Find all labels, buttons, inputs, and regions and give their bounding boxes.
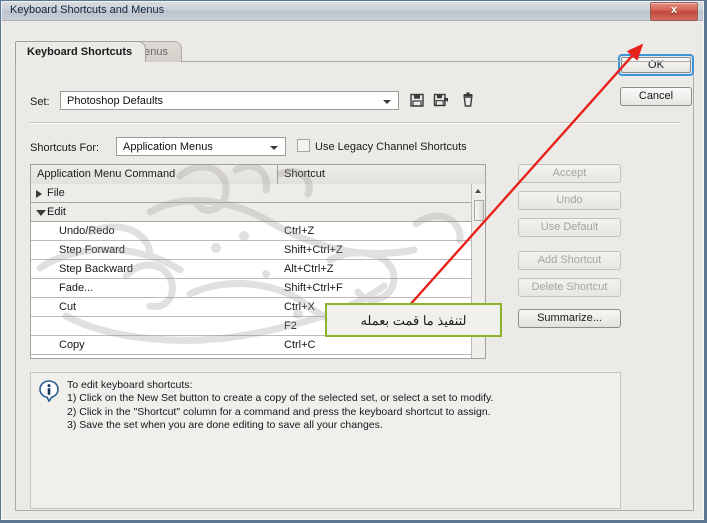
set-dropdown-value: Photoshop Defaults [67, 95, 164, 107]
table-row[interactable]: Step Backward Alt+Ctrl+Z [31, 260, 471, 279]
panel: Set: Photoshop Defaults Shortcuts For: A… [15, 62, 694, 511]
accept-button[interactable]: Accept [518, 164, 621, 183]
column-header-shortcut[interactable]: Shortcut [284, 168, 325, 180]
table-header: Application Menu Command Shortcut [31, 165, 485, 185]
tab-keyboard-shortcuts[interactable]: Keyboard Shortcuts [15, 41, 147, 62]
close-icon: x [670, 4, 678, 16]
undo-button[interactable]: Undo [518, 191, 621, 210]
row-command: Edit [47, 206, 66, 218]
ok-button[interactable]: OK [618, 54, 694, 76]
chevron-down-icon[interactable] [36, 210, 46, 216]
close-button[interactable]: x [650, 2, 698, 21]
column-divider[interactable] [277, 165, 278, 184]
chevron-right-icon[interactable] [36, 190, 42, 198]
info-line-4: 3) Save the set when you are done editin… [67, 419, 383, 432]
row-shortcut[interactable]: Ctrl+X [284, 301, 315, 313]
row-shortcut[interactable]: F2 [284, 320, 297, 332]
row-command: Step Forward [59, 244, 126, 256]
scroll-up-icon[interactable] [472, 184, 485, 197]
row-shortcut[interactable]: Ctrl+Z [284, 225, 314, 237]
shortcuts-for-label: Shortcuts For: [30, 142, 100, 154]
annotation-callout: لتنفيذ ما قمت بعمله [325, 303, 502, 337]
set-label: Set: [30, 96, 50, 108]
shortcuts-for-value: Application Menus [123, 141, 213, 153]
section-divider [30, 122, 681, 124]
shortcuts-for-dropdown[interactable]: Application Menus [116, 137, 286, 156]
row-command: Undo/Redo [59, 225, 115, 237]
scrollbar-thumb[interactable] [474, 200, 484, 221]
use-legacy-channel-shortcuts-label: Use Legacy Channel Shortcuts [315, 141, 467, 153]
tab-strip: Keyboard Shortcuts Menus [15, 41, 605, 62]
keyboard-shortcuts-dialog: Keyboard Shortcuts and Menus x Keyboard … [0, 0, 707, 523]
window-title: Keyboard Shortcuts and Menus [10, 4, 165, 16]
add-shortcut-button[interactable]: Add Shortcut [518, 251, 621, 270]
row-command: File [47, 187, 65, 199]
table-row[interactable]: File [31, 184, 471, 203]
chevron-down-icon [383, 100, 391, 104]
info-icon [39, 380, 59, 403]
info-text: To edit keyboard shortcuts: 1) Click on … [67, 379, 612, 433]
set-dropdown[interactable]: Photoshop Defaults [60, 91, 399, 110]
ok-button-label: OK [621, 57, 691, 73]
row-shortcut[interactable]: Shift+Ctrl+F [284, 282, 343, 294]
info-box: To edit keyboard shortcuts: 1) Click on … [30, 372, 621, 509]
use-default-button[interactable]: Use Default [518, 218, 621, 237]
info-line-3: 2) Click in the "Shortcut" column for a … [67, 405, 491, 418]
use-legacy-channel-shortcuts-checkbox[interactable] [297, 139, 310, 152]
table-row[interactable]: Undo/Redo Ctrl+Z [31, 222, 471, 241]
dialog-body: Keyboard Shortcuts Menus Set: Photoshop … [1, 21, 704, 520]
save-as-icon[interactable] [432, 91, 450, 109]
info-line-1: To edit keyboard shortcuts: [67, 379, 193, 391]
row-command: Cut [59, 301, 77, 313]
delete-shortcut-button[interactable]: Delete Shortcut [518, 278, 621, 297]
table-row[interactable]: Step Forward Shift+Ctrl+Z [31, 241, 471, 260]
save-icon[interactable] [408, 91, 426, 109]
cancel-button[interactable]: Cancel [620, 87, 692, 106]
row-shortcut[interactable]: Shift+Ctrl+Z [284, 244, 343, 256]
row-shortcut[interactable]: Alt+Ctrl+Z [284, 263, 334, 275]
column-header-command[interactable]: Application Menu Command [37, 168, 175, 180]
row-command: Step Backward [59, 263, 133, 275]
delete-icon[interactable] [459, 91, 477, 109]
info-line-2: 1) Click on the New Set button to create… [67, 392, 494, 405]
summarize-button[interactable]: Summarize... [518, 309, 621, 328]
table-row[interactable]: Edit [31, 203, 471, 222]
annotation-callout-text: لتنفيذ ما قمت بعمله [360, 313, 467, 328]
title-bar: Keyboard Shortcuts and Menus x [1, 1, 704, 21]
row-shortcut[interactable]: Ctrl+C [284, 339, 315, 351]
table-row[interactable]: Fade... Shift+Ctrl+F [31, 279, 471, 298]
chevron-down-icon [270, 146, 278, 150]
table-row[interactable]: Copy Ctrl+C [31, 336, 471, 355]
row-command: Fade... [59, 282, 94, 294]
row-command: Copy [59, 339, 85, 351]
